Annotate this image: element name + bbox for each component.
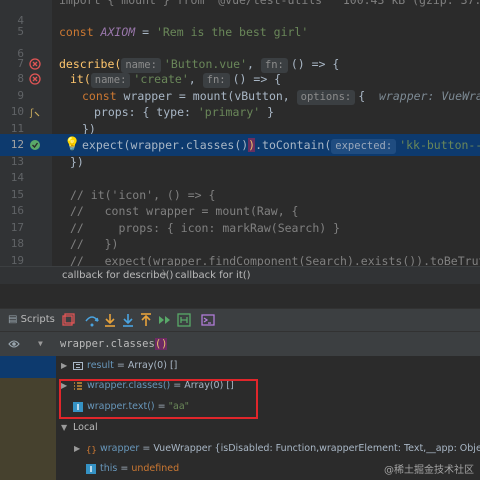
code-editor[interactable]: import { mount } from '@vue/test-utils' … <box>0 0 480 266</box>
console-icon[interactable] <box>200 312 216 328</box>
step-over-icon[interactable] <box>84 312 100 328</box>
code-line-5[interactable]: 5 const AXIOM = 'Rem is the best girl' <box>0 21 480 43</box>
watermark: @稀土掘金技术社区 <box>384 465 474 476</box>
chevron-down-icon[interactable]: ▼ <box>38 332 43 356</box>
breadcrumb-separator: 〉 <box>162 270 172 281</box>
lambda-run-icon[interactable]: ʃ <box>29 106 41 118</box>
panel-gap <box>0 284 480 308</box>
variable-row-wrapper[interactable]: ▶ {} wrapper = VueWrapper {isDisabled: F… <box>56 439 480 459</box>
chevron-right-icon[interactable]: ▶ <box>74 439 80 459</box>
watch-expression-input[interactable]: wrapper.classes() <box>60 332 168 356</box>
svg-text:{}: {} <box>86 446 96 454</box>
selected-frame[interactable] <box>0 356 56 378</box>
variable-row-result[interactable]: ▶ result = Array(0) [] <box>56 356 480 376</box>
line-number: 5 <box>17 25 24 38</box>
watch-icon <box>8 340 20 348</box>
restore-layout-icon[interactable] <box>60 312 76 328</box>
array-icon <box>73 362 83 370</box>
code-text: // expect(wrapper.findComponent(Search).… <box>70 254 480 266</box>
breadcrumb-item-it[interactable]: callback for it() <box>175 267 251 284</box>
code-text: const AXIOM = 'Rem is the best girl' <box>59 25 309 39</box>
run-to-cursor-icon[interactable] <box>156 312 172 328</box>
debugger-toolbar: ▤ Scripts <box>0 308 480 332</box>
scope-local[interactable]: ▼ Local <box>56 418 480 438</box>
object-icon: {} <box>86 446 96 454</box>
test-failed-icon[interactable] <box>29 73 41 85</box>
watch-input-row: ▼ wrapper.classes() <box>0 332 480 356</box>
execution-point-icon[interactable] <box>29 139 41 151</box>
chevron-right-icon[interactable]: ▶ <box>61 356 67 376</box>
line-number: 19 <box>10 254 24 266</box>
highlight-annotation-box <box>59 379 258 419</box>
step-out-icon[interactable] <box>138 312 154 328</box>
chevron-down-icon[interactable]: ▼ <box>61 418 67 438</box>
breadcrumb-item-describe[interactable]: callback for describe() <box>62 267 173 284</box>
force-step-into-icon[interactable] <box>120 312 136 328</box>
svg-text:ʃ: ʃ <box>29 108 34 118</box>
frames-panel[interactable] <box>0 356 56 480</box>
evaluate-expression-icon[interactable] <box>176 312 192 328</box>
breadcrumb: callback for describe() 〉 callback for i… <box>0 266 480 284</box>
code-line-19[interactable]: 19 // expect(wrapper.findComponent(Searc… <box>0 250 480 266</box>
primitive-value-icon <box>86 464 96 474</box>
scripts-tab[interactable]: ▤ Scripts <box>8 312 55 328</box>
step-into-icon[interactable] <box>102 312 118 328</box>
